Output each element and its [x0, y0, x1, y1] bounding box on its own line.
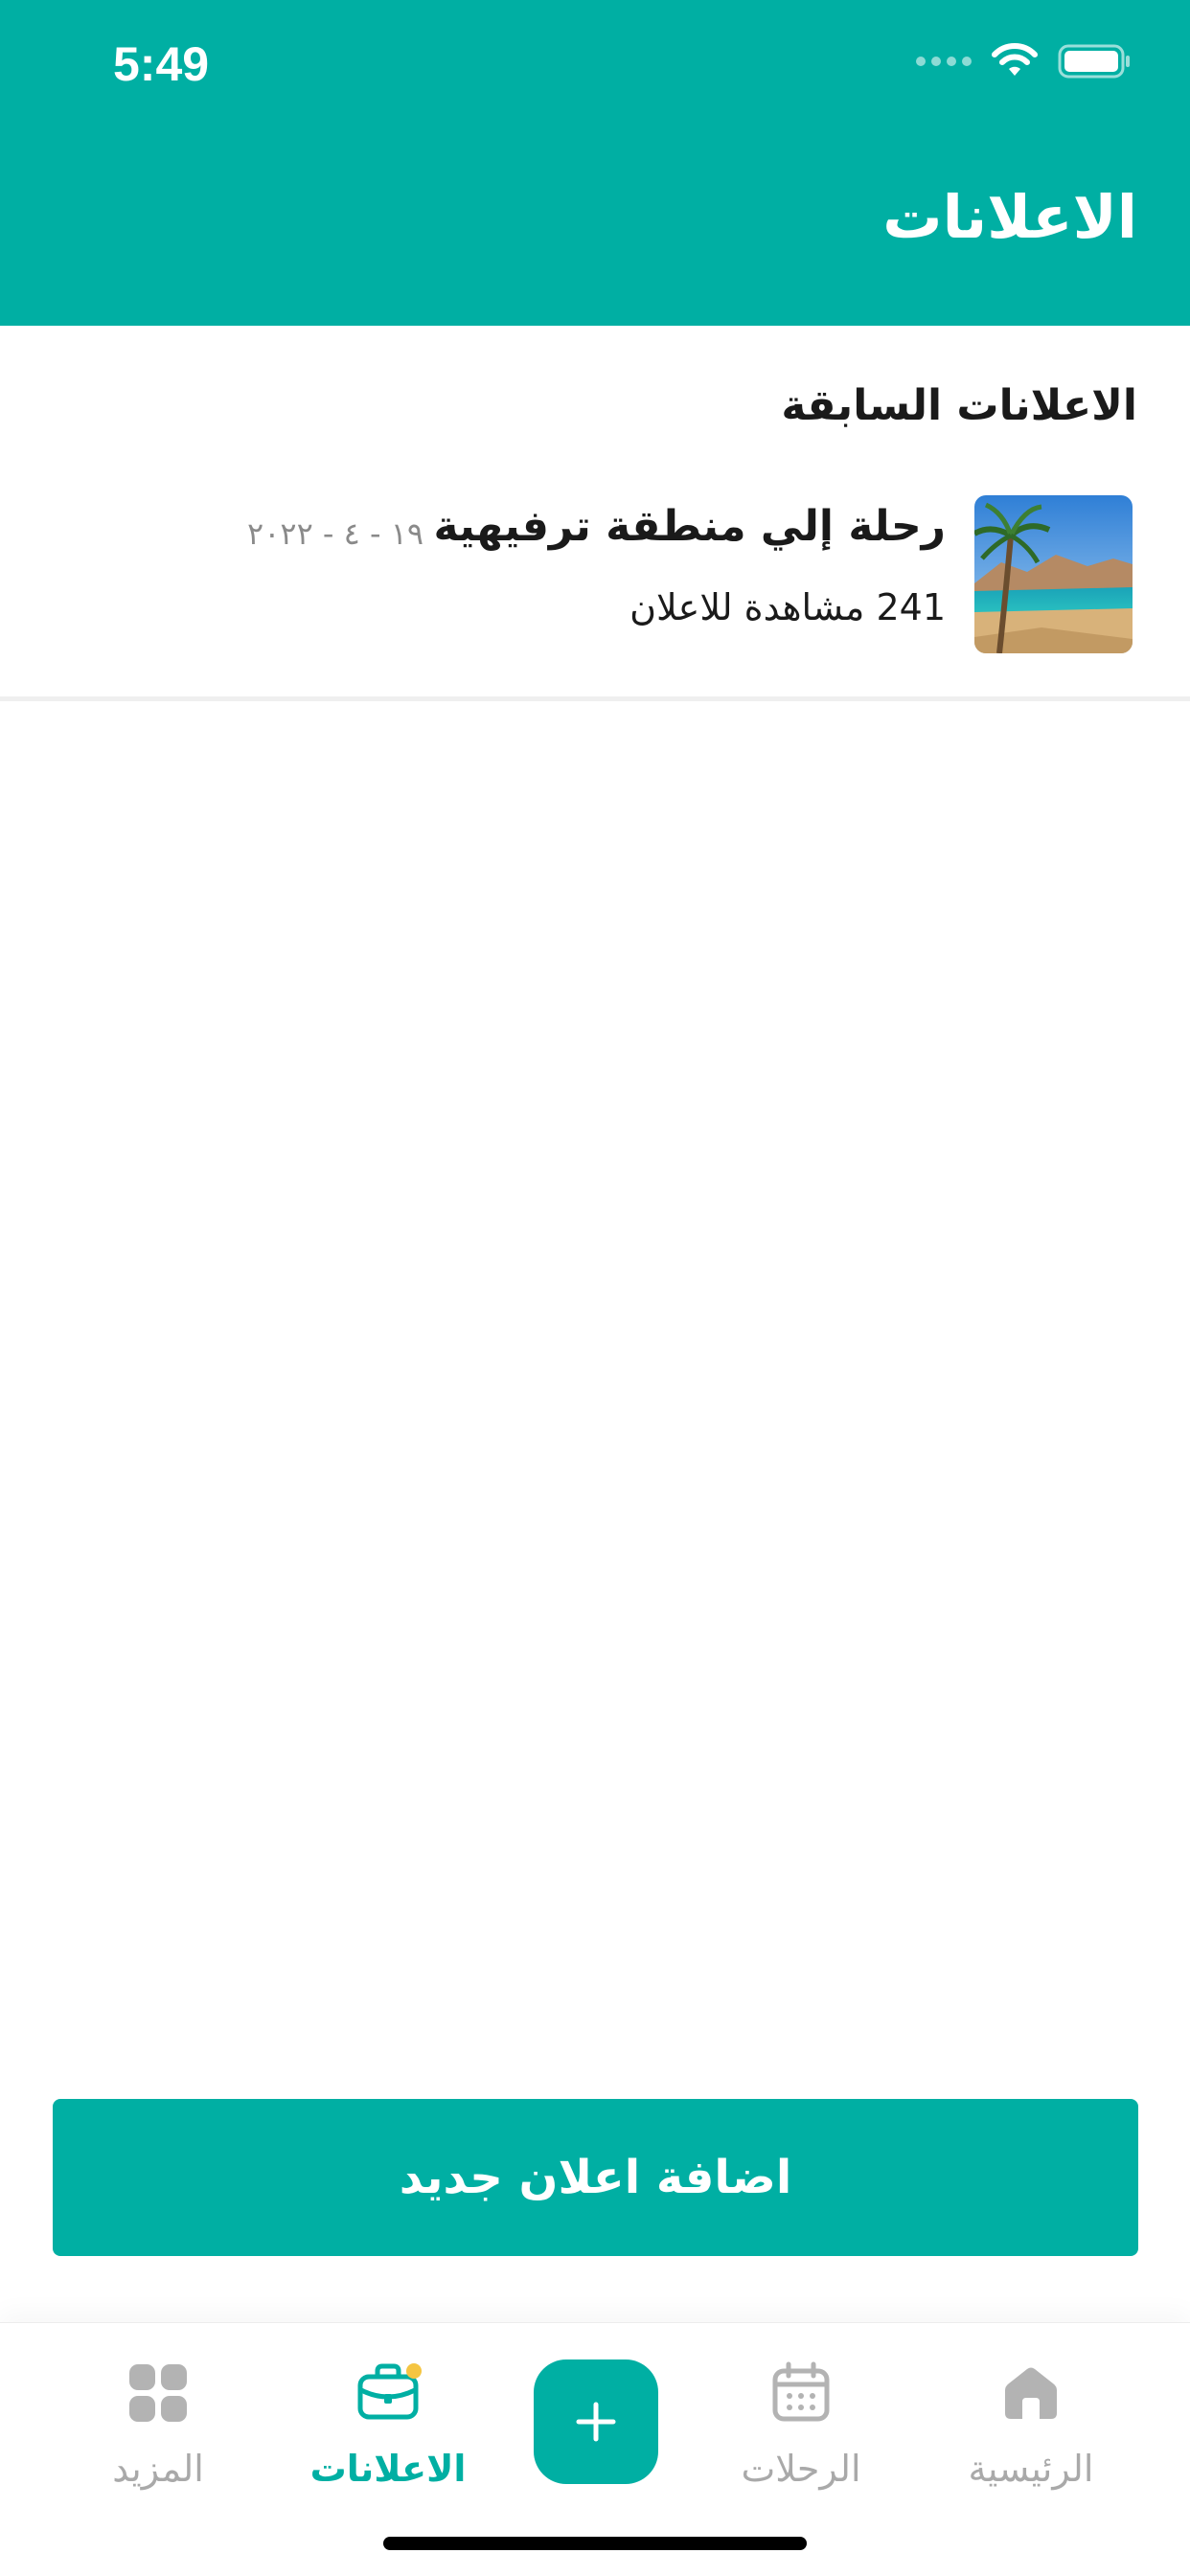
tab-home[interactable]: الرئيسية [916, 2359, 1146, 2522]
tab-ads[interactable]: الاعلانات [273, 2359, 503, 2522]
wifi-icon [992, 43, 1038, 76]
status-icons [916, 42, 1133, 80]
ad-list-item[interactable]: رحلة إلي منطقة ترفيهية ١٩ - ٤ - ٢٠٢٢ 241… [0, 479, 1190, 699]
section-title: الاعلانات السابقة [781, 381, 1137, 430]
tab-more[interactable]: المزيد [43, 2359, 273, 2522]
tab-home-label: الرئيسية [968, 2448, 1094, 2490]
tab-trips[interactable]: الرحلات [686, 2359, 916, 2522]
beach-palm-image [974, 495, 1133, 653]
home-icon [1005, 2367, 1057, 2419]
app-header: 5:49 الاعلانات [0, 0, 1190, 326]
cellular-signal-icon [916, 57, 972, 66]
plus-icon [576, 2402, 616, 2442]
briefcase-icon [357, 2363, 422, 2420]
page-title: الاعلانات [882, 182, 1137, 252]
ad-date: ١٩ - ٤ - ٢٠٢٢ [247, 515, 424, 552]
add-fab-button[interactable] [534, 2359, 658, 2484]
ad-thumbnail [974, 495, 1133, 653]
ad-title: رحلة إلي منطقة ترفيهية [433, 502, 946, 551]
tab-ads-label: الاعلانات [309, 2448, 467, 2490]
tab-trips-label: الرحلات [741, 2448, 861, 2490]
calendar-icon [772, 2361, 830, 2422]
battery-icon [1058, 44, 1130, 79]
list-divider [0, 696, 1190, 701]
tab-more-label: المزيد [112, 2448, 204, 2490]
status-time: 5:49 [113, 37, 210, 91]
grid-icon [129, 2364, 187, 2422]
ad-views: 241 مشاهدة للاعلان [629, 586, 946, 628]
home-indicator [383, 2537, 807, 2550]
add-new-ad-button[interactable]: اضافة اعلان جديد [53, 2099, 1138, 2256]
